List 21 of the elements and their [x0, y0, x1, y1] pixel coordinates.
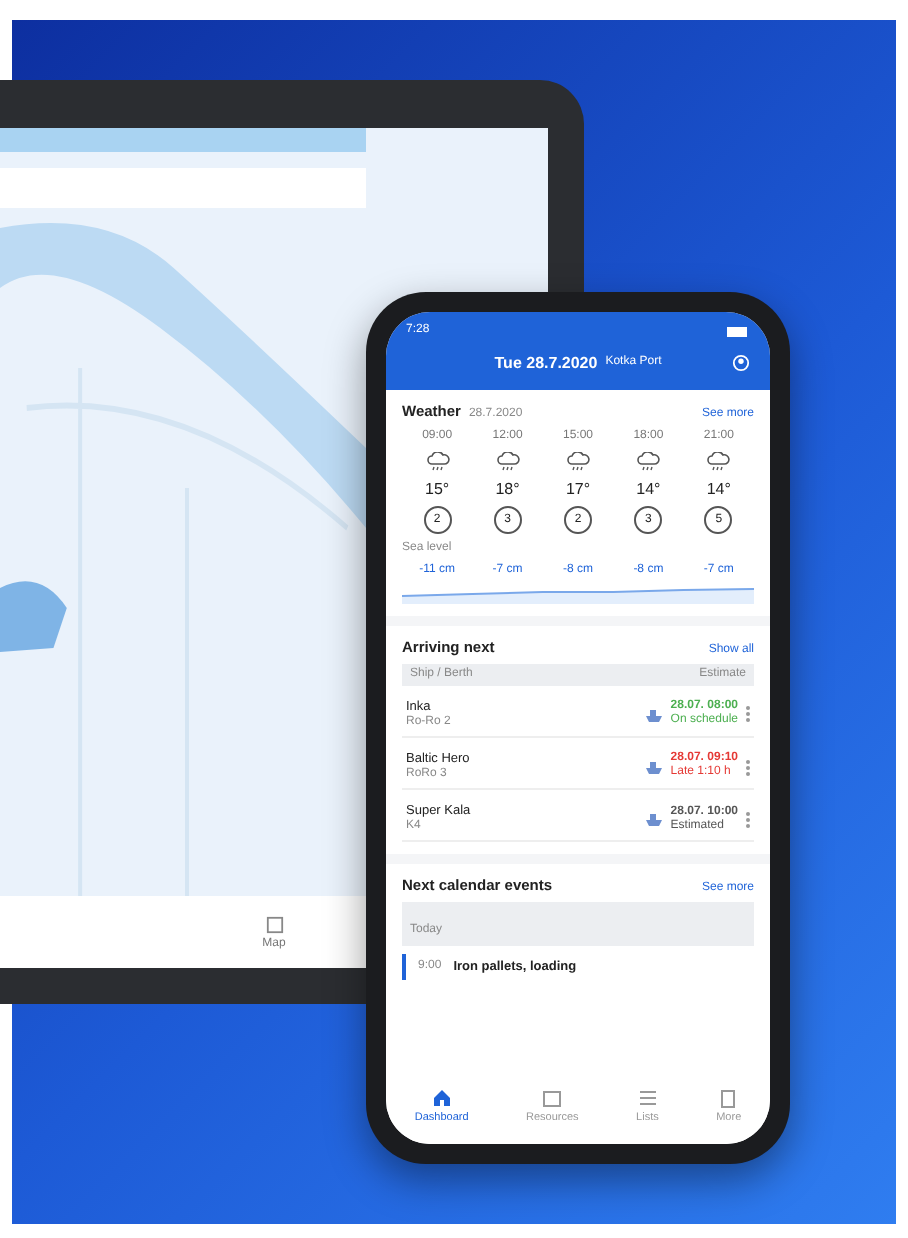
- header-date: Tue 28.7.2020: [494, 354, 598, 374]
- ship-icon: [646, 812, 663, 827]
- ship-icon: [646, 760, 663, 774]
- clipboard-icon: [718, 1088, 739, 1108]
- forecast-temperature: 18°: [495, 480, 520, 499]
- cloud-rain-icon: [565, 452, 590, 473]
- profile-icon[interactable]: [732, 354, 750, 373]
- cloud-rain-icon: [636, 452, 661, 473]
- map-icon: [265, 915, 283, 933]
- ship-icon: [646, 707, 663, 722]
- list-icon: [637, 1088, 658, 1108]
- forecast-temperature: 15°: [425, 480, 450, 499]
- cloud-rain-icon: [495, 452, 520, 473]
- calendar-icon: [542, 1088, 563, 1108]
- forecast-temperature: 14°: [706, 480, 731, 499]
- forecast-temperature: 14°: [636, 480, 661, 499]
- cloud-rain-icon: [425, 452, 450, 473]
- battery-icon: [726, 325, 750, 338]
- home-icon: [431, 1088, 452, 1108]
- forecast-temperature: 17°: [565, 480, 591, 499]
- cloud-rain-icon: [706, 452, 731, 473]
